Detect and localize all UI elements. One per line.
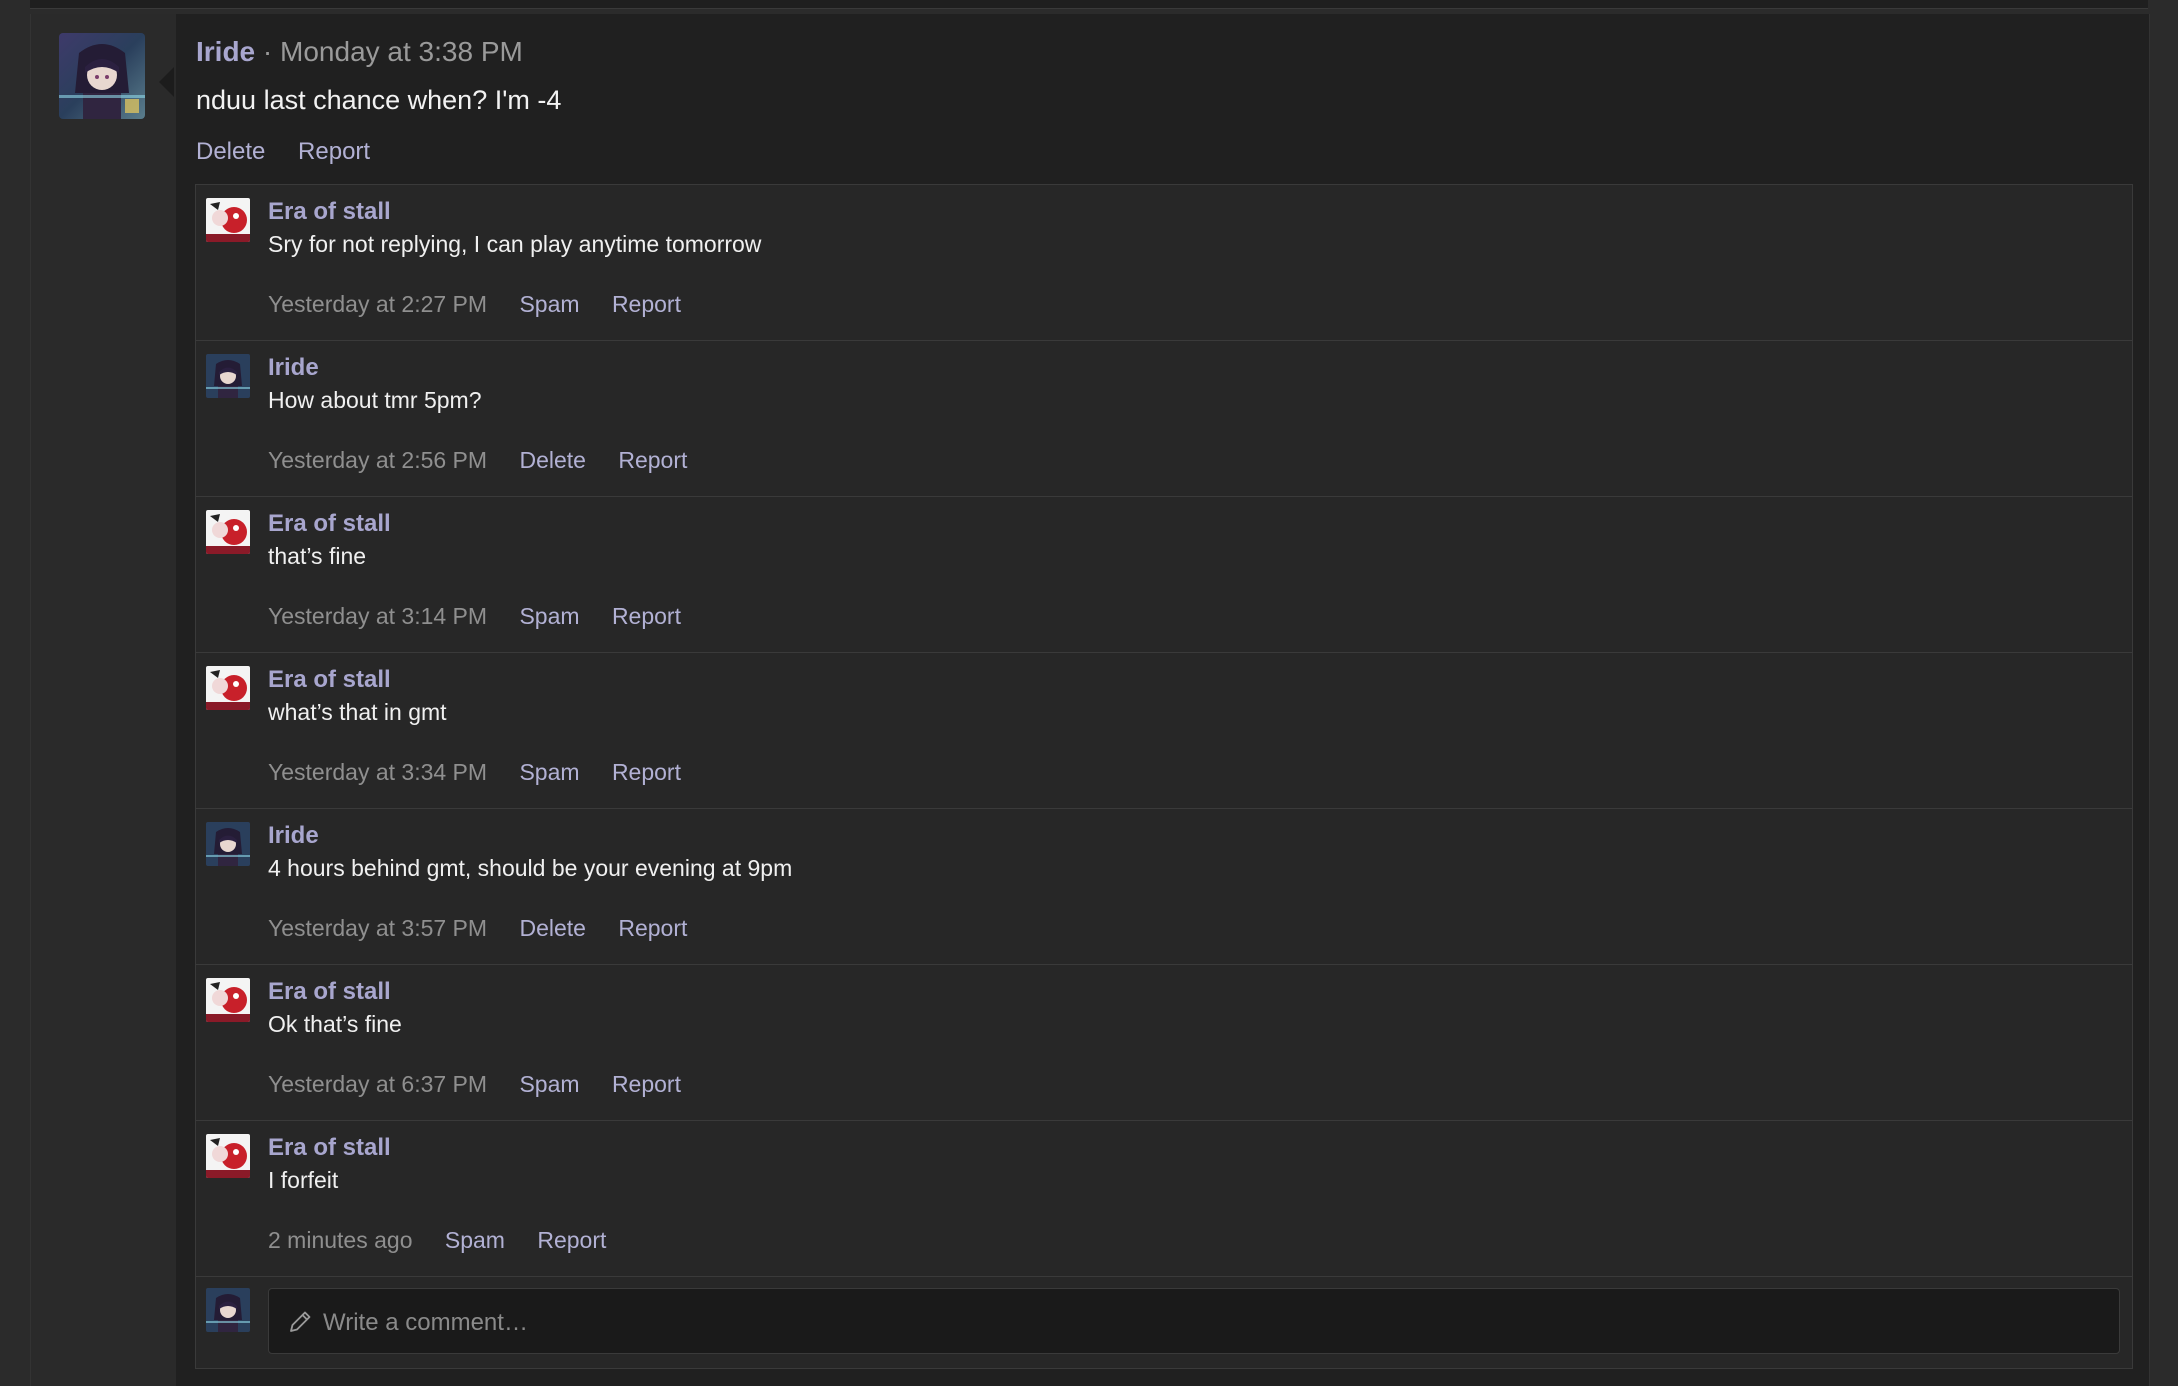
comment-author-link[interactable]: Era of stall: [268, 666, 391, 694]
comment-time[interactable]: Yesterday at 3:34 PM: [268, 759, 487, 785]
comment: Era of stall what’s that in gmt Yesterda…: [196, 653, 2132, 809]
comment-author-link[interactable]: Iride: [268, 354, 319, 382]
comment-meta: Yesterday at 3:14 PM Spam Report: [268, 603, 707, 630]
iride-avatar-icon: [206, 354, 250, 398]
comment-time[interactable]: Yesterday at 6:37 PM: [268, 1071, 487, 1097]
composer-avatar: [206, 1288, 250, 1332]
comment-text: what’s that in gmt: [268, 699, 447, 725]
comment-time[interactable]: Yesterday at 3:14 PM: [268, 603, 487, 629]
comment: Era of stall I forfeit 2 minutes ago Spa…: [196, 1121, 2132, 1277]
post-time[interactable]: Monday at 3:38 PM: [280, 36, 523, 67]
post-report-link[interactable]: Report: [298, 138, 370, 165]
comment-time[interactable]: 2 minutes ago: [268, 1227, 412, 1253]
comment-text: 4 hours behind gmt, should be your eveni…: [268, 855, 793, 881]
comment-author-link[interactable]: Era of stall: [268, 510, 391, 538]
comment-meta: Yesterday at 2:56 PM Delete Report: [268, 447, 713, 474]
era-of-stall-avatar-icon: [206, 198, 250, 242]
comment: Era of stall that’s fine Yesterday at 3:…: [196, 497, 2132, 653]
iride-avatar-icon: [206, 1288, 250, 1332]
comment-time[interactable]: Yesterday at 2:27 PM: [268, 291, 487, 317]
comment-spam-link[interactable]: Spam: [519, 1071, 579, 1097]
comment-report-link[interactable]: Report: [612, 291, 681, 317]
comment-report-link[interactable]: Report: [618, 447, 687, 473]
top-strip: [30, 0, 2148, 9]
comment-report-link[interactable]: Report: [537, 1227, 606, 1253]
iride-avatar-icon: [59, 33, 145, 119]
post-body: nduu last chance when? I'm -4: [196, 85, 562, 115]
post-actions: Delete Report: [196, 138, 396, 166]
post-author-link[interactable]: Iride: [196, 36, 255, 67]
comment-report-link[interactable]: Report: [612, 759, 681, 785]
comment-meta: Yesterday at 6:37 PM Spam Report: [268, 1071, 707, 1098]
comment-author-link[interactable]: Era of stall: [268, 978, 391, 1006]
comment-composer: Write a comment…: [196, 1277, 2132, 1368]
era-of-stall-avatar-icon: [206, 510, 250, 554]
comment-author-link[interactable]: Era of stall: [268, 1134, 391, 1162]
comment: Iride How about tmr 5pm? Yesterday at 2:…: [196, 341, 2132, 497]
header-separator: ·: [262, 36, 273, 67]
era-of-stall-avatar-icon: [206, 666, 250, 710]
comment-author-link[interactable]: Iride: [268, 822, 319, 850]
comment-spam-link[interactable]: Spam: [445, 1227, 505, 1253]
comment-report-link[interactable]: Report: [612, 1071, 681, 1097]
comment-report-link[interactable]: Report: [618, 915, 687, 941]
comment-meta: 2 minutes ago Spam Report: [268, 1227, 632, 1254]
comment-delete-link[interactable]: Delete: [519, 915, 585, 941]
comment-time[interactable]: Yesterday at 3:57 PM: [268, 915, 487, 941]
comment-meta: Yesterday at 3:34 PM Spam Report: [268, 759, 707, 786]
comment-report-link[interactable]: Report: [612, 603, 681, 629]
comment-list: Era of stall Sry for not replying, I can…: [195, 184, 2133, 1369]
post-header: Iride · Monday at 3:38 PM: [196, 36, 523, 68]
comment-text: How about tmr 5pm?: [268, 387, 482, 413]
comment-avatar[interactable]: [206, 1134, 250, 1178]
post-delete-link[interactable]: Delete: [196, 138, 265, 165]
comment-input[interactable]: Write a comment…: [268, 1288, 2120, 1354]
comment-delete-link[interactable]: Delete: [519, 447, 585, 473]
comment-spam-link[interactable]: Spam: [519, 759, 579, 785]
comment-avatar[interactable]: [206, 198, 250, 242]
comment-author-link[interactable]: Era of stall: [268, 198, 391, 226]
comment-avatar[interactable]: [206, 822, 250, 866]
era-of-stall-avatar-icon: [206, 978, 250, 1022]
comment-text: Ok that’s fine: [268, 1011, 402, 1037]
comment-text: Sry for not replying, I can play anytime…: [268, 231, 762, 257]
comment-text: that’s fine: [268, 543, 367, 569]
comment: Era of stall Sry for not replying, I can…: [196, 185, 2132, 341]
comment-spam-link[interactable]: Spam: [519, 291, 579, 317]
comment-avatar[interactable]: [206, 666, 250, 710]
comment: Iride 4 hours behind gmt, should be your…: [196, 809, 2132, 965]
pencil-icon: [290, 1311, 311, 1332]
comment-text: I forfeit: [268, 1167, 339, 1193]
comment-avatar[interactable]: [206, 510, 250, 554]
comment-meta: Yesterday at 2:27 PM Spam Report: [268, 291, 707, 318]
era-of-stall-avatar-icon: [206, 1134, 250, 1178]
comment-spam-link[interactable]: Spam: [519, 603, 579, 629]
comment-meta: Yesterday at 3:57 PM Delete Report: [268, 915, 713, 942]
post-pointer-arrow: [159, 67, 174, 97]
comment-time[interactable]: Yesterday at 2:56 PM: [268, 447, 487, 473]
comment-input-placeholder: Write a comment…: [323, 1309, 528, 1336]
iride-avatar-icon: [206, 822, 250, 866]
comment-avatar[interactable]: [206, 978, 250, 1022]
comment-avatar[interactable]: [206, 354, 250, 398]
post-user-column: [31, 14, 177, 1386]
comment: Era of stall Ok that’s fine Yesterday at…: [196, 965, 2132, 1121]
profile-post: Iride · Monday at 3:38 PM nduu last chan…: [30, 14, 2150, 1386]
author-avatar[interactable]: [59, 33, 145, 119]
post-content: Iride · Monday at 3:38 PM nduu last chan…: [176, 14, 2149, 1386]
